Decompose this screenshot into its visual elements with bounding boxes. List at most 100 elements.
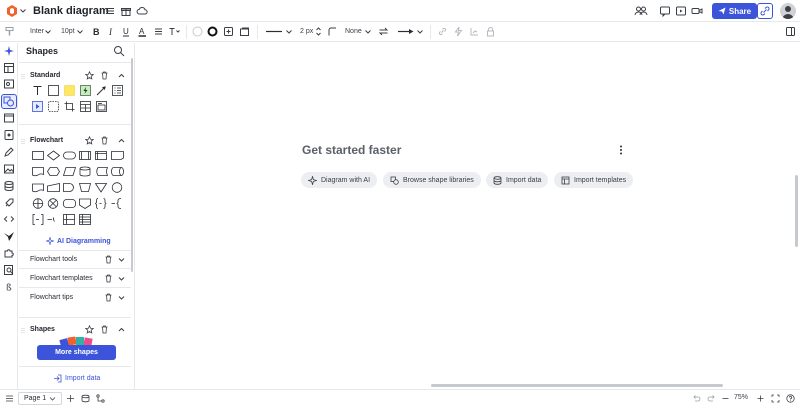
delay-shape[interactable] [63, 182, 75, 193]
section-title-standard[interactable]: Standard [30, 72, 60, 79]
chevron-down-icon[interactable] [76, 26, 84, 37]
arrow-end-icon[interactable] [397, 26, 415, 37]
star-icon[interactable] [85, 325, 94, 334]
search-doc-icon[interactable] [3, 264, 15, 276]
menu-icon[interactable] [104, 5, 116, 17]
direct-data-shape[interactable] [111, 166, 124, 177]
collaborators-icon[interactable] [634, 5, 648, 17]
text-options-icon[interactable] [168, 26, 181, 37]
internal-storage-shape[interactable] [95, 150, 107, 161]
or-shape[interactable] [32, 198, 44, 209]
decision-shape[interactable] [47, 150, 60, 161]
container-icon[interactable] [3, 129, 15, 141]
chevron-down-icon[interactable] [19, 7, 27, 15]
import-templates-button[interactable]: Import templates [554, 172, 634, 188]
browse-shape-libraries-button[interactable]: Browse shape libraries [383, 172, 481, 188]
bird-icon[interactable] [3, 230, 15, 242]
document-title[interactable]: Blank diagram [33, 4, 109, 18]
image-fill-icon[interactable] [239, 26, 250, 37]
trash-icon[interactable] [100, 325, 109, 334]
format-painter-icon[interactable] [4, 26, 15, 37]
shapes-rail-button[interactable] [1, 94, 17, 109]
horizontal-scrollbar[interactable] [431, 384, 723, 387]
shape-options-icon[interactable] [223, 26, 234, 37]
database-shape[interactable] [79, 166, 91, 177]
note-annotation-shape[interactable] [47, 214, 59, 225]
trash-icon[interactable] [104, 255, 113, 264]
flowchart-tools-row[interactable]: Flowchart tools [30, 256, 77, 263]
chevron-down-icon[interactable] [117, 255, 126, 264]
add-page-icon[interactable] [66, 394, 75, 403]
templates-icon[interactable] [3, 62, 15, 74]
bracket-annotation-shape[interactable] [32, 214, 44, 225]
process-shape[interactable] [32, 150, 44, 161]
font-size-select[interactable]: 10pt [61, 27, 75, 37]
fullscreen-icon[interactable] [771, 394, 780, 403]
frame-icon[interactable] [3, 112, 15, 124]
trash-icon[interactable] [100, 71, 109, 80]
star-icon[interactable] [85, 136, 94, 145]
data-icon[interactable] [3, 180, 15, 192]
line-width-select[interactable]: 2 px [300, 27, 313, 37]
chevron-up-icon[interactable] [117, 325, 126, 334]
star-icon[interactable] [85, 71, 94, 80]
section-title-shapes[interactable]: Shapes [30, 326, 55, 333]
predefined-process-shape[interactable] [79, 150, 91, 161]
image-shape[interactable] [96, 101, 107, 112]
text-shape[interactable] [32, 85, 43, 96]
redo-icon[interactable] [707, 394, 716, 403]
sticky-note-shape[interactable] [64, 85, 75, 96]
rocket-icon[interactable] [3, 197, 15, 209]
flowchart-tips-row[interactable]: Flowchart tips [30, 294, 73, 301]
page-list-icon[interactable] [5, 394, 14, 403]
line-shape[interactable] [96, 85, 107, 96]
multiple-documents-shape[interactable] [32, 182, 44, 193]
rectangle-shape[interactable] [48, 85, 59, 96]
chevron-up-icon[interactable] [117, 136, 126, 145]
chevron-up-icon[interactable] [117, 71, 126, 80]
manual-operation-shape[interactable] [79, 182, 91, 193]
swap-arrows-icon[interactable] [378, 26, 389, 37]
font-family-select[interactable]: Inter [30, 27, 44, 37]
present-icon[interactable] [675, 5, 687, 17]
display-shape[interactable] [111, 150, 124, 161]
chevron-down-icon[interactable] [44, 26, 52, 37]
trash-icon[interactable] [100, 136, 109, 145]
right-panel-toggle-icon[interactable] [785, 26, 796, 37]
line-type-icon[interactable] [327, 26, 338, 37]
import-data-button[interactable]: Import data [486, 172, 549, 188]
arrow-start-select[interactable]: None [345, 27, 362, 37]
line-style-icon[interactable] [265, 26, 283, 37]
collate-shape[interactable] [63, 198, 76, 209]
code-icon[interactable] [3, 213, 15, 225]
link-icon[interactable] [437, 26, 448, 37]
ai-diagramming-link[interactable]: AI Diagramming [46, 237, 111, 245]
drag-handle-icon[interactable] [21, 138, 25, 145]
summing-junction-shape[interactable] [47, 198, 59, 209]
data-link-icon[interactable] [469, 26, 480, 37]
diagram-with-ai-button[interactable]: Diagram with AI [301, 172, 378, 188]
chevron-down-icon[interactable] [285, 26, 293, 37]
user-avatar[interactable] [780, 3, 796, 19]
trash-icon[interactable] [104, 293, 113, 302]
stored-data-shape[interactable] [95, 166, 108, 177]
ai-sparkle-icon[interactable] [3, 45, 15, 57]
lock-icon[interactable] [485, 26, 496, 37]
trash-icon[interactable] [104, 274, 113, 283]
lightning-icon[interactable] [453, 26, 464, 37]
image-icon[interactable] [3, 163, 15, 175]
chevron-down-icon[interactable] [364, 26, 372, 37]
crop-frame-shape[interactable] [64, 101, 75, 112]
frame-shape[interactable] [32, 101, 43, 112]
action-shape[interactable] [80, 85, 91, 96]
chevron-down-icon[interactable] [416, 26, 424, 37]
line-color-icon[interactable] [207, 26, 218, 37]
share-button[interactable]: Share [712, 3, 757, 19]
terminator-shape[interactable] [63, 150, 76, 161]
swimlane-shape[interactable] [63, 214, 75, 225]
more-options-icon[interactable] [617, 145, 625, 155]
document-shape[interactable] [32, 166, 44, 177]
vertical-scrollbar[interactable] [795, 175, 798, 247]
video-icon[interactable] [691, 5, 703, 17]
zoom-level[interactable]: 75% [734, 394, 748, 401]
